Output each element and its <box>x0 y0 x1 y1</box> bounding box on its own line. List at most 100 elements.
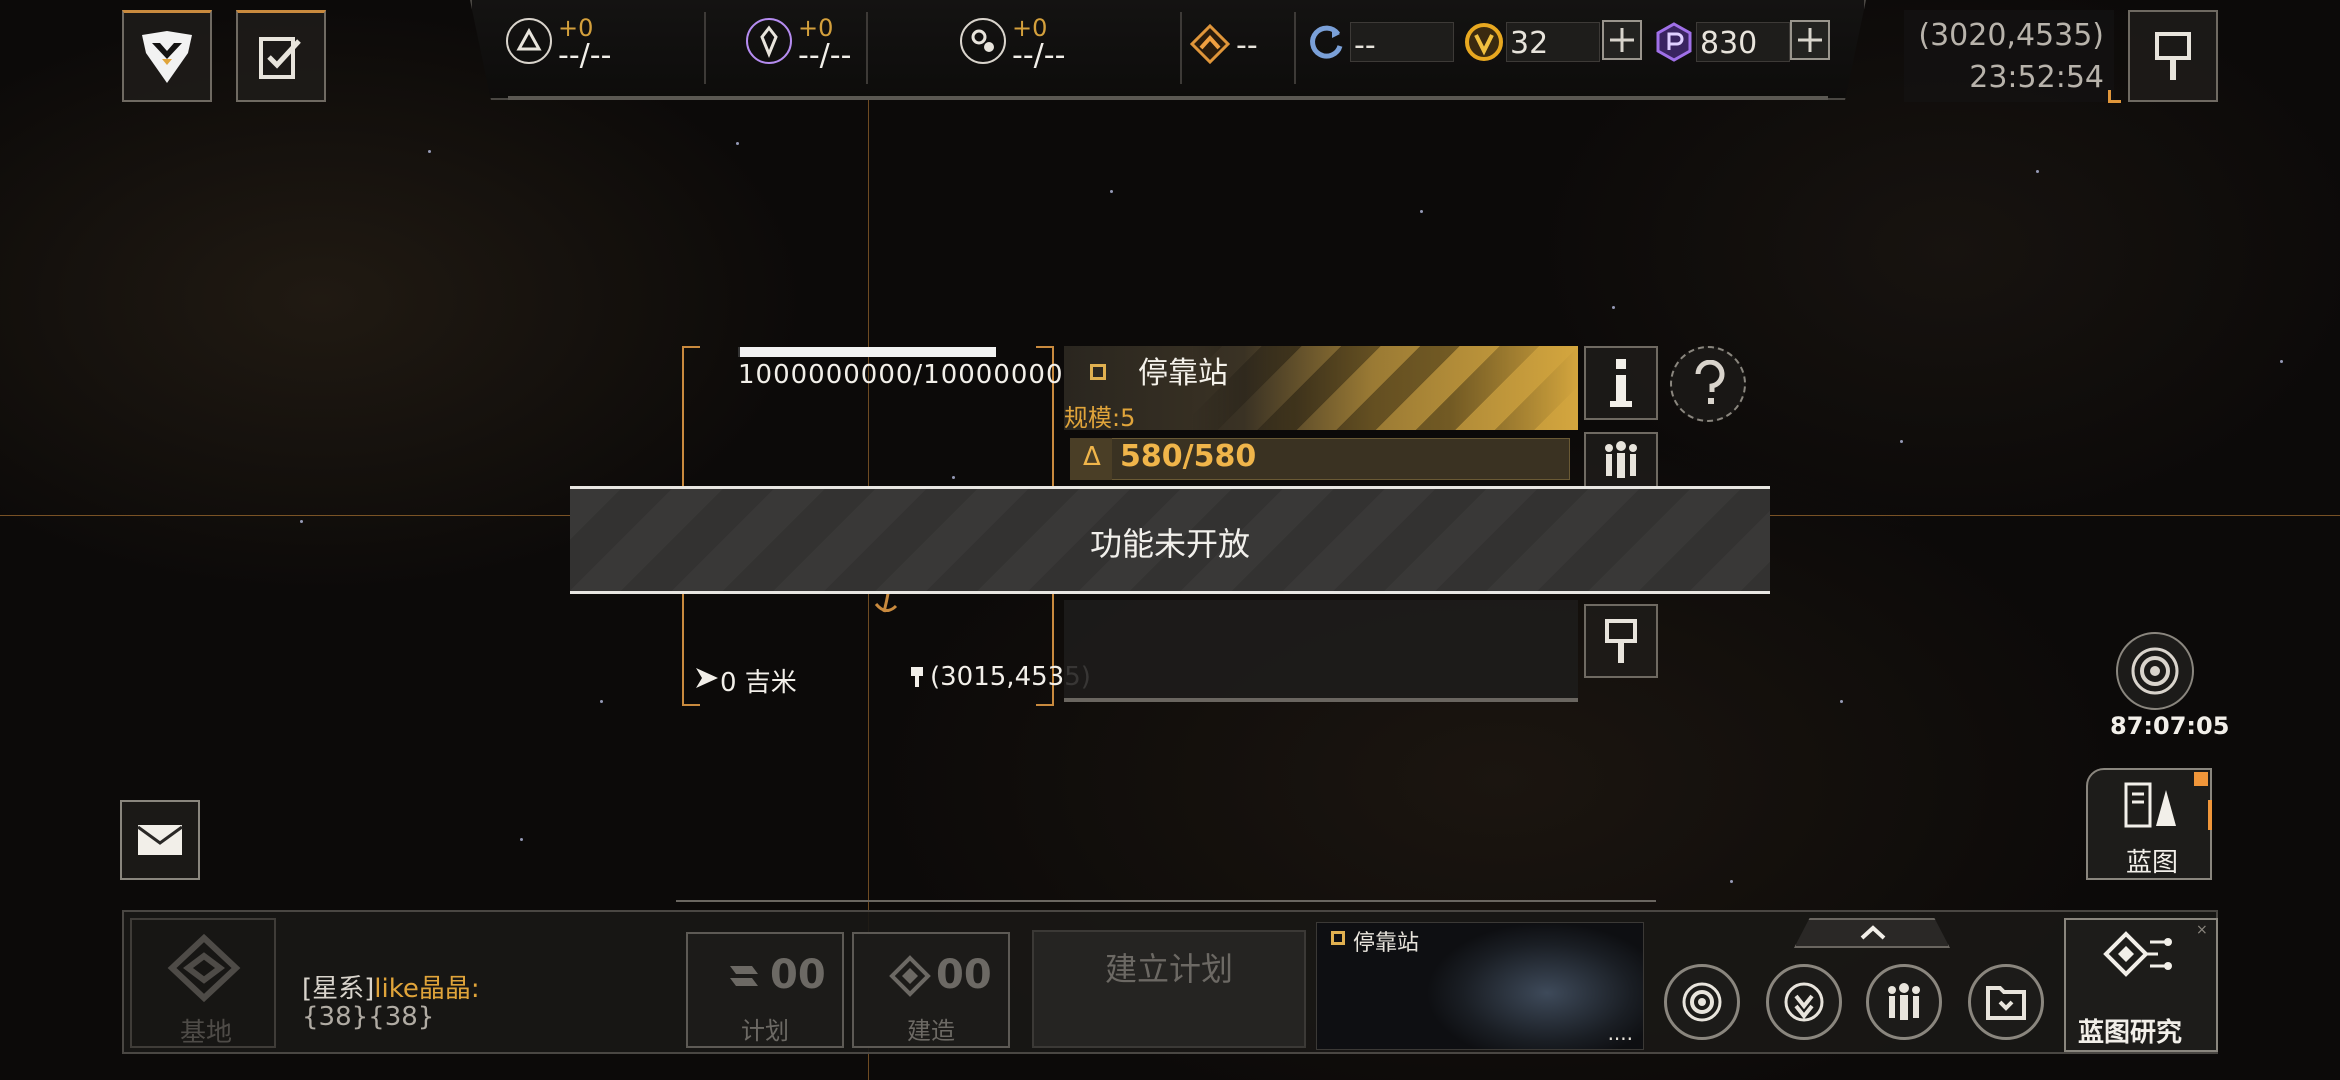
energy-chevron-icon <box>1189 23 1231 65</box>
info-button[interactable] <box>1584 346 1658 420</box>
info-icon <box>1610 359 1632 407</box>
base-label: 基地 <box>180 1018 233 1048</box>
chat-line[interactable]: [星系]like晶晶: <box>302 968 480 1005</box>
station-marker-icon <box>1090 364 1106 380</box>
galaxy-icon <box>1682 982 1722 1022</box>
close-icon: × <box>2196 922 2208 938</box>
storage-button[interactable] <box>1968 964 2044 1040</box>
clock-time: 23:52:54 <box>1969 60 2104 95</box>
station-marker-icon <box>1331 931 1345 945</box>
galaxy-map-button[interactable] <box>1664 964 1740 1040</box>
build-icon <box>889 955 931 997</box>
plan-label: 计划 <box>741 1017 789 1045</box>
tasks-button[interactable] <box>236 10 326 102</box>
fleet-button[interactable] <box>1866 964 1942 1040</box>
pin-icon <box>2155 32 2191 80</box>
mail-button[interactable] <box>120 800 200 880</box>
star <box>520 838 523 841</box>
crystal-resource-icon <box>746 18 792 64</box>
divider <box>704 12 706 84</box>
build-label: 建造 <box>907 1017 955 1045</box>
members-icon <box>1888 983 1920 1020</box>
star <box>1840 700 1843 703</box>
thumb-more: .... <box>1607 1021 1633 1045</box>
mail-icon <box>137 825 183 855</box>
station-lower-panel <box>1064 600 1578 702</box>
corner-mark <box>2108 90 2121 103</box>
hp-text: 1000000000/1000000000 <box>738 360 1099 390</box>
gas-resource-icon <box>960 18 1006 64</box>
navigate-arrow-icon <box>694 666 720 690</box>
plan-icon <box>730 966 758 986</box>
star <box>600 700 603 703</box>
plan-slot[interactable]: 00 计划 <box>686 932 844 1048</box>
base-button[interactable]: 基地 <box>130 918 276 1048</box>
help-button[interactable] <box>1670 346 1746 422</box>
download-icon <box>1784 982 1824 1022</box>
build-count: 00 <box>936 952 992 998</box>
members-button[interactable] <box>1584 432 1658 488</box>
add-gold-button[interactable] <box>1602 20 1642 60</box>
premium-value: 830 <box>1700 26 1758 61</box>
build-slot[interactable]: 00 建造 <box>852 932 1010 1048</box>
pin-icon <box>1605 619 1637 663</box>
refresh-icon[interactable] <box>1306 22 1346 62</box>
edge-accent <box>2208 800 2212 830</box>
station-thumbnail[interactable]: 停靠站 .... <box>1316 922 1644 1050</box>
thumb-title: 停靠站 <box>1353 931 1420 956</box>
faction-shield-icon <box>142 30 192 83</box>
star <box>1420 210 1423 213</box>
galaxy-button[interactable] <box>2116 632 2194 710</box>
create-plan-button[interactable]: 建立计划 <box>1032 930 1306 1048</box>
star <box>2036 170 2039 173</box>
star <box>1730 880 1733 883</box>
energy-value: -- <box>1236 28 1258 63</box>
star <box>1110 190 1113 193</box>
action-panel-top <box>676 900 1656 912</box>
distance-text: 0 吉米 <box>720 668 797 698</box>
divider <box>866 12 868 84</box>
resource-value: --/-- <box>1012 38 1066 73</box>
chat-user: like晶晶: <box>374 974 480 1004</box>
checklist-icon <box>259 36 301 79</box>
small-pin-icon <box>910 666 924 688</box>
galaxy-icon <box>2131 647 2179 695</box>
mark-location-button[interactable] <box>1584 604 1658 678</box>
blueprint-research-button[interactable]: 蓝图研究 <box>2064 918 2218 1052</box>
chat-message: {38}{38} <box>302 1002 435 1032</box>
station-title: 停靠站 <box>1138 356 1228 391</box>
star <box>1612 306 1615 309</box>
star <box>1900 440 1903 443</box>
faction-button[interactable] <box>122 10 212 102</box>
star <box>952 476 955 479</box>
star <box>428 150 431 153</box>
gold-value: 32 <box>1510 26 1549 61</box>
collect-button[interactable] <box>1766 964 1842 1040</box>
delta-icon-box: Δ <box>1070 438 1112 480</box>
toast-message: 功能未开放 <box>1089 525 1250 563</box>
resource-value: --/-- <box>558 38 612 73</box>
question-icon <box>1695 360 1725 404</box>
members-icon <box>1605 441 1637 478</box>
station-energy-value: 580/580 <box>1120 439 1257 474</box>
divider <box>1294 12 1296 84</box>
coordinate-marker-button[interactable] <box>2128 10 2218 102</box>
triangle-resource-icon <box>506 18 552 64</box>
add-premium-button[interactable] <box>1790 20 1830 60</box>
p-gem-icon <box>1654 22 1694 62</box>
research-icon <box>2103 931 2172 977</box>
chevron-up-icon <box>1860 925 1886 940</box>
research-label: 蓝图研究 <box>2078 1018 2183 1048</box>
resource-value: --/-- <box>798 38 852 73</box>
station-scale: 规模:5 <box>1064 404 1136 432</box>
expand-button[interactable] <box>1794 918 1950 948</box>
star <box>300 520 303 523</box>
folder-icon <box>1986 986 2026 1020</box>
refresh-value: -- <box>1354 28 1376 63</box>
blueprint-label: 蓝图 <box>2126 848 2179 878</box>
star <box>736 142 739 145</box>
toast-notification: 功能未开放 <box>570 486 1770 594</box>
blueprint-icon <box>2124 782 2176 828</box>
plan-count: 00 <box>770 952 826 998</box>
delta-icon: Δ <box>1083 442 1101 472</box>
